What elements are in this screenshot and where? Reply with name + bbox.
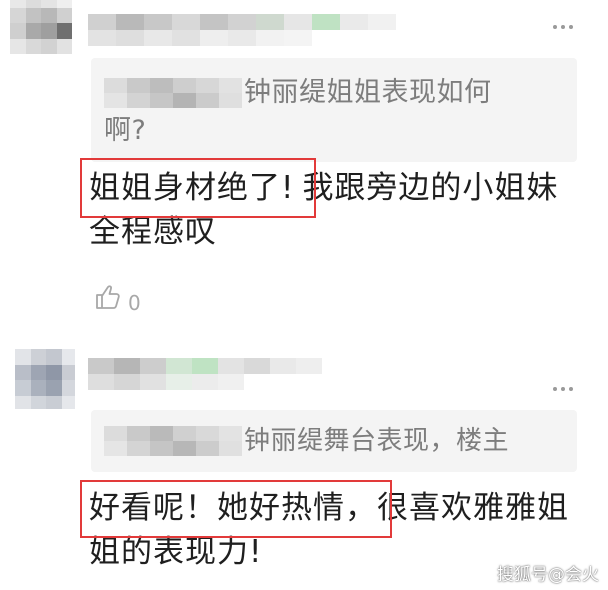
- username[interactable]: [88, 358, 328, 390]
- like-button[interactable]: 0: [94, 283, 154, 317]
- username[interactable]: [88, 14, 428, 46]
- more-options-icon[interactable]: [553, 14, 583, 29]
- quoted-comment[interactable]: 钟丽缇姐姐表现如何啊?: [91, 58, 577, 162]
- watermark: 搜狐号@会火: [497, 565, 599, 585]
- more-options-icon[interactable]: [553, 376, 583, 391]
- quoted-text: 钟丽缇舞台表现，楼主: [244, 426, 510, 456]
- highlight-box: [80, 158, 316, 218]
- avatar[interactable]: [15, 349, 75, 409]
- quoted-comment[interactable]: 钟丽缇舞台表现，楼主: [91, 410, 577, 472]
- quoted-text: 钟丽缇姐姐表现如何啊?: [104, 77, 492, 146]
- like-count: 0: [128, 291, 141, 315]
- thumbs-up-icon: [94, 283, 122, 316]
- highlight-box: [80, 480, 392, 538]
- avatar[interactable]: [10, 0, 72, 54]
